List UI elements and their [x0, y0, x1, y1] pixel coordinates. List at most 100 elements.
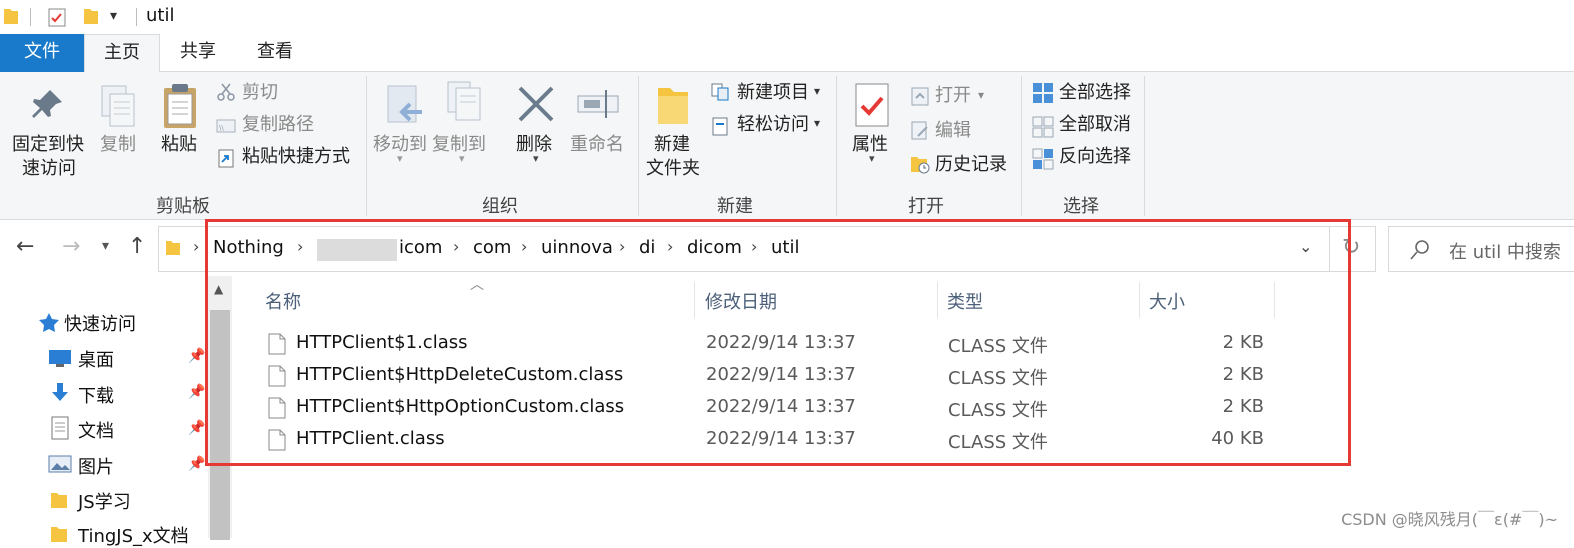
easy-access-icon [712, 117, 728, 136]
sidebar-item-desktop[interactable]: 桌面 [78, 346, 114, 372]
group-label-open: 打开 [908, 196, 944, 217]
column-header-type[interactable]: 类型 [947, 288, 983, 314]
open-button[interactable]: 打开 [935, 85, 971, 107]
scroll-up-icon[interactable]: ▲ [214, 282, 223, 296]
paste-shortcut-button[interactable]: 粘贴快捷方式 [242, 146, 350, 168]
column-divider[interactable] [694, 282, 695, 318]
file-date: 2022/9/14 13:37 [706, 332, 856, 353]
recent-locations-chevron-icon[interactable]: ▾ [102, 238, 109, 254]
column-header-date[interactable]: 修改日期 [705, 288, 777, 314]
rename-button[interactable]: 重命名 [570, 134, 624, 156]
breadcrumb-chevron-icon[interactable]: › [619, 237, 625, 256]
cut-button[interactable]: 剪切 [242, 82, 278, 104]
redacted-segment [317, 239, 397, 261]
history-icon [911, 157, 930, 174]
open-icon [911, 87, 929, 106]
address-bar[interactable]: › Nothing › icom › com › uinnova › di › … [158, 226, 1330, 272]
address-history-chevron-icon[interactable]: ⌄ [1299, 237, 1312, 256]
back-arrow-icon[interactable]: ← [16, 234, 34, 259]
breadcrumb-item[interactable]: di [639, 237, 655, 258]
new-folder-label-2[interactable]: 文件夹 [646, 158, 700, 180]
quick-access-dropdown-icon[interactable]: ▾ [110, 8, 117, 24]
refresh-button[interactable]: ↻ [1330, 226, 1376, 272]
breadcrumb-chevron-icon[interactable]: › [667, 237, 673, 256]
copy-path-button[interactable]: 复制路径 [242, 114, 314, 136]
select-all-button[interactable]: 全部选择 [1059, 82, 1131, 104]
easy-access-button[interactable]: 轻松访问 [737, 114, 809, 136]
search-box[interactable]: 在 util 中搜索 [1388, 226, 1574, 272]
tab-view[interactable]: 查看 [236, 34, 314, 72]
column-header-name[interactable]: 名称 [265, 288, 301, 314]
sidebar-scrollbar-thumb[interactable] [210, 310, 230, 540]
breadcrumb-chevron-icon[interactable]: › [193, 237, 199, 256]
chevron-down-icon: ▾ [533, 152, 539, 165]
tab-share[interactable]: 共享 [160, 34, 236, 72]
select-none-button[interactable]: 全部取消 [1059, 114, 1131, 136]
column-divider[interactable] [937, 282, 938, 318]
forward-arrow-icon[interactable]: → [62, 234, 80, 259]
breadcrumb-chevron-icon[interactable]: › [521, 237, 527, 256]
folder-icon [4, 9, 18, 24]
breadcrumb-item[interactable]: icom [399, 237, 442, 258]
file-date: 2022/9/14 13:37 [706, 396, 856, 417]
breadcrumb-item[interactable]: Nothing [213, 237, 284, 258]
new-folder-icon [658, 88, 688, 124]
breadcrumb-item[interactable]: uinnova [541, 237, 613, 258]
group-separator [1021, 76, 1022, 216]
invert-selection-button[interactable]: 反向选择 [1059, 146, 1131, 168]
new-item-button[interactable]: 新建项目 [737, 82, 809, 104]
breadcrumb-chevron-icon[interactable]: › [297, 237, 303, 256]
history-button[interactable]: 历史记录 [935, 154, 1007, 176]
table-row[interactable]: HTTPClient.class 2022/9/14 13:37 CLASS 文… [266, 424, 1276, 456]
file-icon [268, 429, 286, 451]
file-type: CLASS 文件 [948, 432, 1048, 453]
new-folder-button[interactable]: 新建 [654, 134, 690, 156]
title-bar: ▾ util [0, 0, 1574, 34]
table-row[interactable]: HTTPClient$HttpDeleteCustom.class 2022/9… [266, 360, 1276, 392]
up-arrow-icon[interactable]: ↑ [128, 234, 146, 259]
breadcrumb-chevron-icon[interactable]: › [751, 237, 757, 256]
file-type: CLASS 文件 [948, 368, 1048, 389]
column-divider[interactable] [1274, 282, 1275, 318]
column-header-size[interactable]: 大小 [1149, 288, 1185, 314]
file-size: 2 KB [1222, 396, 1264, 417]
group-separator [366, 76, 367, 216]
sidebar-item-folder[interactable]: JS学习 [78, 488, 131, 514]
file-name: HTTPClient$HttpDeleteCustom.class [296, 364, 624, 385]
paste-button[interactable]: 粘贴 [161, 134, 197, 156]
move-to-icon [387, 85, 422, 123]
file-date: 2022/9/14 13:37 [706, 428, 856, 449]
pin-quick-access-button[interactable]: 固定到快 [12, 134, 84, 156]
file-icon [268, 333, 286, 355]
properties-quick-icon[interactable] [46, 6, 68, 28]
group-label-new: 新建 [717, 196, 753, 217]
file-size: 2 KB [1222, 332, 1264, 353]
new-folder-quick-icon[interactable] [82, 6, 100, 26]
group-separator [1144, 76, 1145, 216]
sidebar-item-documents[interactable]: 文档 [78, 417, 114, 443]
breadcrumb-chevron-icon[interactable]: › [453, 237, 459, 256]
copy-button[interactable]: 复制 [100, 134, 136, 156]
sidebar-item-downloads[interactable]: 下载 [78, 382, 114, 408]
table-row[interactable]: HTTPClient$HttpOptionCustom.class 2022/9… [266, 392, 1276, 424]
breadcrumb-item[interactable]: dicom [687, 237, 742, 258]
paste-icon [164, 84, 196, 128]
refresh-icon: ↻ [1342, 235, 1361, 260]
chevron-down-icon: ▾ [978, 88, 985, 102]
divider [30, 8, 31, 26]
tab-home[interactable]: 主页 [84, 34, 160, 73]
breadcrumb-item[interactable]: com [473, 237, 511, 258]
sidebar-item-pictures[interactable]: 图片 [78, 453, 114, 479]
sidebar-item-folder[interactable]: TingJS_x文档 [78, 522, 189, 548]
column-divider[interactable] [1139, 282, 1140, 318]
sort-ascending-icon: ︿ [470, 277, 484, 293]
breadcrumb-item-current[interactable]: util [771, 237, 799, 258]
edit-button[interactable]: 编辑 [935, 120, 971, 142]
tab-file[interactable]: 文件 [0, 34, 84, 72]
sidebar-item-quick-access[interactable]: 快速访问 [64, 310, 136, 336]
group-separator [836, 76, 837, 216]
chevron-down-icon: ▾ [814, 116, 821, 130]
pin-quick-access-label-2[interactable]: 速访问 [22, 158, 76, 180]
table-row[interactable]: HTTPClient$1.class 2022/9/14 13:37 CLASS… [266, 328, 1276, 360]
window-title: util [146, 5, 175, 26]
